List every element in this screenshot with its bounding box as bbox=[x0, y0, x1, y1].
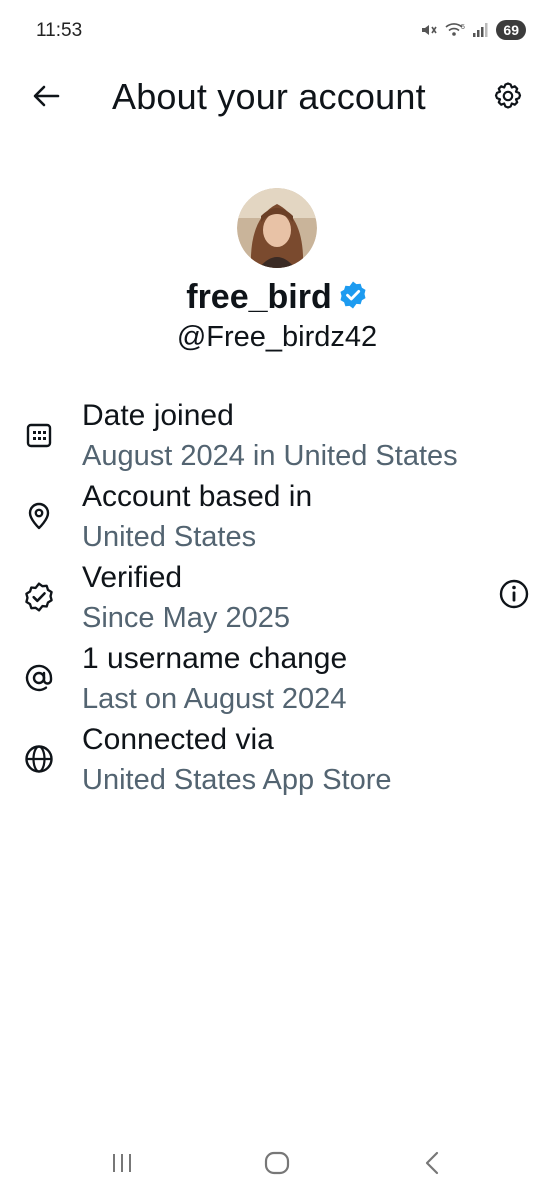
info-text: Verified Since May 2025 bbox=[82, 558, 290, 638]
status-icons: 5 69 bbox=[420, 20, 526, 40]
location-pin-icon bbox=[22, 499, 56, 533]
info-subtitle: United States bbox=[82, 521, 257, 553]
profile-section: free_bird @Free_birdz42 bbox=[0, 188, 554, 354]
home-button[interactable] bbox=[257, 1150, 297, 1180]
handle: @Free_birdz42 bbox=[176, 321, 378, 353]
status-time: 11:53 bbox=[36, 20, 83, 41]
at-sign-icon bbox=[22, 661, 56, 695]
globe-icon bbox=[22, 742, 56, 776]
info-row-account-based-in: Account based in United States bbox=[0, 475, 554, 556]
status-bar: 11:53 5 69 bbox=[0, 0, 554, 64]
info-row-connected-via: Connected via United States App Store bbox=[0, 718, 554, 799]
verified-check-icon[interactable] bbox=[338, 280, 368, 315]
info-subtitle: August 2024 in United States bbox=[82, 440, 458, 472]
info-row-username-change: 1 username change Last on August 2024 bbox=[0, 637, 554, 718]
calendar-icon bbox=[22, 418, 56, 452]
info-subtitle: Since May 2025 bbox=[82, 602, 290, 634]
name-row: free_bird bbox=[0, 278, 554, 317]
recent-apps-icon bbox=[110, 1152, 134, 1179]
recent-apps-button[interactable] bbox=[102, 1150, 142, 1180]
info-text: Account based in United States bbox=[82, 477, 312, 557]
info-title: Date joined bbox=[82, 399, 234, 432]
info-title: Account based in bbox=[82, 480, 313, 513]
info-title: Connected via bbox=[82, 723, 274, 756]
signal-icon bbox=[472, 22, 490, 38]
info-circle-icon bbox=[498, 578, 530, 615]
info-text: 1 username change Last on August 2024 bbox=[82, 639, 347, 719]
account-info-list: Date joined August 2024 in United States… bbox=[0, 394, 554, 799]
header: About your account bbox=[0, 68, 554, 128]
info-text: Date joined August 2024 in United States bbox=[82, 396, 458, 476]
info-row-date-joined: Date joined August 2024 in United States bbox=[0, 394, 554, 475]
arrow-left-icon bbox=[32, 84, 60, 113]
info-title: 1 username change bbox=[82, 642, 348, 675]
info-subtitle: Last on August 2024 bbox=[82, 683, 347, 715]
avatar[interactable] bbox=[237, 188, 317, 268]
svg-text:5: 5 bbox=[461, 24, 465, 31]
system-back-button[interactable] bbox=[413, 1150, 453, 1180]
back-button[interactable] bbox=[28, 80, 64, 116]
gear-icon bbox=[492, 80, 524, 117]
wifi-icon: 5 bbox=[444, 21, 466, 39]
verified-badge-icon bbox=[22, 580, 56, 614]
info-title: Verified bbox=[82, 561, 183, 594]
page-title: About your account bbox=[112, 76, 426, 117]
system-nav-bar bbox=[0, 1140, 554, 1190]
display-name: free_bird bbox=[186, 278, 332, 316]
battery-icon: 69 bbox=[496, 20, 526, 40]
verified-info-button[interactable] bbox=[494, 576, 534, 616]
info-row-verified: Verified Since May 2025 bbox=[0, 556, 554, 637]
mute-icon bbox=[420, 21, 438, 39]
info-subtitle: United States App Store bbox=[82, 764, 392, 796]
home-icon bbox=[264, 1151, 290, 1180]
settings-button[interactable] bbox=[488, 78, 528, 118]
info-text: Connected via United States App Store bbox=[82, 720, 392, 800]
back-icon bbox=[423, 1151, 443, 1180]
